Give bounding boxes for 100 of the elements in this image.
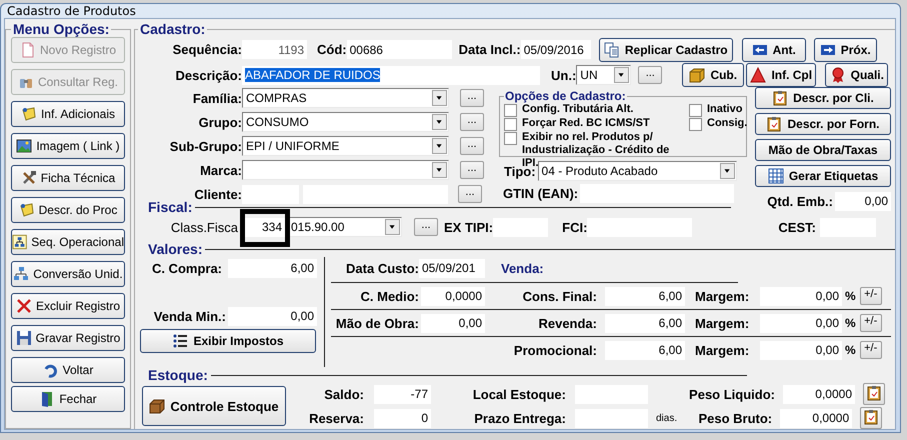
text-field[interactable]: 0 xyxy=(374,408,431,428)
menu-button[interactable]: Descr. do Proc xyxy=(11,197,125,223)
action-button[interactable]: Quali. xyxy=(825,63,888,87)
ribbon-icon xyxy=(830,67,846,83)
text-field[interactable]: 6,00 xyxy=(605,314,685,332)
adjust-button[interactable]: +/- xyxy=(860,287,882,305)
dropdown[interactable] xyxy=(242,160,449,180)
action-button[interactable]: Descr. por Forn. xyxy=(755,113,891,135)
menu-button[interactable]: Conversão Unid. xyxy=(11,261,125,287)
dropdown[interactable]: 015.90.00 xyxy=(287,217,402,237)
browse-button[interactable]: ... xyxy=(460,113,484,131)
field-label: Prazo Entrega: xyxy=(473,410,566,426)
action-button[interactable]: Inf. Cpl xyxy=(746,63,816,87)
field-label: FCI: xyxy=(562,220,588,234)
text-field[interactable]: 6,00 xyxy=(605,340,685,360)
dropdown[interactable]: COMPRAS xyxy=(242,88,449,108)
field-label: Margem: xyxy=(695,288,750,304)
text-field[interactable]: 0,0000 xyxy=(780,408,852,428)
clipboard-icon xyxy=(866,384,882,400)
field-label: Margem: xyxy=(695,316,750,330)
action-button[interactable]: Mão de Obra/Taxas xyxy=(755,139,891,161)
checkbox[interactable] xyxy=(504,104,517,117)
checkbox[interactable] xyxy=(689,104,702,117)
section-title: Estoque: xyxy=(147,367,209,383)
text-field[interactable]: 05/09/2016 xyxy=(520,40,591,59)
menu-button[interactable]: Seq. Operacional xyxy=(11,229,125,255)
browse-button[interactable]: ... xyxy=(460,137,484,155)
triangle-icon xyxy=(750,67,766,83)
action-button[interactable]: Replicar Cadastro xyxy=(598,38,733,62)
clipboard-button[interactable] xyxy=(863,383,885,405)
menu-button[interactable]: Voltar xyxy=(11,357,125,383)
action-button[interactable]: Cub. xyxy=(682,63,744,87)
text-field[interactable]: 0,00 xyxy=(760,286,842,306)
caret-icon xyxy=(720,163,735,179)
field-label: Promocional: xyxy=(512,342,597,358)
clipboard-icon xyxy=(772,90,788,106)
menu-button[interactable]: Ficha Técnica xyxy=(11,165,125,191)
browse-button[interactable]: ... xyxy=(460,161,484,179)
text-field[interactable]: 6,00 xyxy=(228,258,317,278)
text-field[interactable]: 0,00 xyxy=(760,314,842,332)
field-label: Cód: xyxy=(317,42,347,57)
checkbox[interactable] xyxy=(689,118,702,131)
field-label: Data Custo: xyxy=(345,260,419,276)
text-field[interactable]: 0,00 xyxy=(835,192,891,210)
clipboard-button[interactable] xyxy=(860,407,882,429)
menu-button[interactable]: Gravar Registro xyxy=(11,325,125,351)
menu-title: Menu Opções: xyxy=(12,21,110,37)
text-field[interactable]: 00686 xyxy=(346,40,452,59)
dropdown[interactable]: UN xyxy=(576,65,632,85)
text-field[interactable]: 334 xyxy=(242,218,285,236)
action-button[interactable]: Próx. xyxy=(814,38,877,62)
adjust-button[interactable]: +/- xyxy=(860,314,882,332)
adjust-button[interactable]: +/- xyxy=(860,341,882,359)
browse-button[interactable]: ... xyxy=(414,218,438,236)
text-field[interactable]: 0,0000 xyxy=(421,286,485,306)
field-label: Mão de Obra: xyxy=(334,316,419,330)
field-label: Revenda: xyxy=(537,316,597,330)
text-field[interactable] xyxy=(575,408,648,428)
menu-button[interactable]: Excluir Registro xyxy=(11,293,125,319)
action-button[interactable]: Controle Estoque xyxy=(142,386,286,426)
field-label: Margem: xyxy=(695,342,750,358)
caret-icon xyxy=(432,90,447,106)
field-label: Cliente: xyxy=(193,186,242,202)
action-button[interactable]: Ant. xyxy=(742,38,806,62)
browse-button[interactable]: ... xyxy=(458,185,482,203)
unit-label: dias. xyxy=(656,412,678,424)
checkbox[interactable] xyxy=(504,132,517,145)
text-field[interactable]: ABAFADOR DE RUIDOS xyxy=(242,66,540,84)
grid-icon xyxy=(768,168,784,184)
text-field[interactable]: 6,00 xyxy=(605,286,685,306)
document-icon xyxy=(20,42,36,58)
text-field[interactable]: 0,00 xyxy=(760,340,842,360)
section-title: Cadastro: xyxy=(139,21,206,37)
field-label: Grupo: xyxy=(198,114,242,130)
text-field[interactable]: 0,0000 xyxy=(783,384,855,404)
text-field[interactable]: 0,00 xyxy=(228,306,317,326)
field-label: Peso Liquido: xyxy=(688,386,775,402)
menu-button[interactable]: Fechar xyxy=(11,386,125,412)
action-button[interactable]: Exibir Impostos xyxy=(140,329,316,353)
dropdown[interactable]: CONSUMO xyxy=(242,112,449,132)
menu-button[interactable]: Inf. Adicionais xyxy=(11,101,125,127)
group-title: Opções de Cadastro: xyxy=(504,89,627,103)
text-field[interactable]: -77 xyxy=(374,384,431,404)
checkbox[interactable] xyxy=(504,118,517,131)
field-label: GTIN (EAN): xyxy=(503,186,578,200)
note-icon xyxy=(18,202,35,218)
text-field[interactable]: 0,00 xyxy=(421,314,485,332)
field-label: Venda Min.: xyxy=(152,308,226,324)
text-field[interactable]: 1193 xyxy=(242,40,307,59)
field-label: EX TIPI: xyxy=(444,220,494,234)
text-field[interactable]: 05/09/201 xyxy=(419,258,485,278)
checkbox-label: Config. Tributária Alt. xyxy=(522,103,634,116)
browse-button[interactable]: ... xyxy=(460,89,484,107)
browse-button[interactable]: ... xyxy=(638,66,662,84)
action-button[interactable]: Descr. por Cli. xyxy=(755,87,891,109)
dropdown[interactable]: EPI / UNIFORME xyxy=(242,136,449,156)
menu-button[interactable]: Imagem ( Link ) xyxy=(11,133,125,159)
action-button[interactable]: Gerar Etiquetas xyxy=(755,165,891,187)
window-title: Cadastro de Produtos xyxy=(6,4,137,18)
cross-icon xyxy=(16,298,32,314)
